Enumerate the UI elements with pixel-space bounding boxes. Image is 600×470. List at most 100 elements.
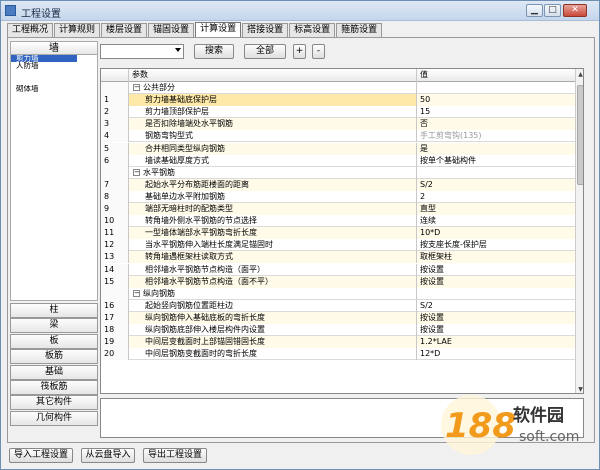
component-item[interactable]: 剪力墙 <box>11 55 77 63</box>
param-value[interactable]: 按设置 <box>417 275 575 288</box>
category-button-7[interactable]: 几何构件 <box>10 410 98 426</box>
table-row[interactable]: 3 是否扣除墙端处水平钢筋否 <box>101 118 575 131</box>
param-value[interactable]: 手工剪弯钩(135) <box>417 130 575 142</box>
table-row[interactable]: 1 剪力墙基础底保护层 50 <box>101 94 575 107</box>
collapse-icon[interactable]: − <box>133 84 140 91</box>
component-item[interactable] <box>11 70 97 77</box>
tab-1[interactable]: 计算规则 <box>54 23 101 37</box>
component-item[interactable] <box>11 144 97 151</box>
table-row[interactable]: 16 起始竖向钢筋位置距柱边 S/2 <box>101 299 575 312</box>
param-value[interactable]: 10*D <box>417 227 575 240</box>
component-item[interactable] <box>11 166 97 173</box>
component-item[interactable] <box>11 122 97 129</box>
table-row[interactable]: 20 中间层钢筋变截面时的弯折长度 12*D <box>101 348 575 361</box>
param-value[interactable]: 是 <box>417 142 575 155</box>
category-button-3[interactable]: 板筋 <box>10 349 98 365</box>
tab-7[interactable]: 箍筋设置 <box>336 23 383 37</box>
table-row[interactable]: 9 端部无暗柱时的配筋类型 直型 <box>101 203 575 216</box>
tab-3[interactable]: 锚固设置 <box>148 23 195 37</box>
table-row[interactable]: 10 转角墙外侧水平钢筋的节点选择 连续 <box>101 215 575 228</box>
collapse-all-button[interactable]: - <box>312 44 325 59</box>
table-row[interactable]: 13 转角墙遇框架柱读取方式 取框架柱 <box>101 251 575 264</box>
component-item[interactable]: 砌体墙 <box>11 85 97 92</box>
param-value[interactable]: 12*D <box>417 348 575 360</box>
filter-dropdown[interactable] <box>100 44 184 59</box>
maximize-icon[interactable]: □ <box>544 4 561 17</box>
category-button-6[interactable]: 其它构件 <box>10 395 98 411</box>
table-row[interactable]: 6 墙读基础厚度方式 按单个基础构件 <box>101 154 575 167</box>
param-value[interactable]: S/2 <box>417 300 575 312</box>
component-item[interactable] <box>11 107 97 114</box>
table-row[interactable]: 8 基础单边水平附加钢筋 2 <box>101 190 575 203</box>
window-title: 工程设置 <box>21 9 61 20</box>
param-value[interactable]: 直型 <box>417 203 575 215</box>
group-row[interactable]: − 公共部分 <box>101 82 575 95</box>
component-item[interactable] <box>11 99 97 106</box>
component-item[interactable] <box>11 173 97 180</box>
param-value[interactable]: 50 <box>417 94 575 107</box>
close-icon[interactable]: ✕ <box>563 4 587 17</box>
component-item[interactable] <box>11 77 97 84</box>
import-settings-button[interactable]: 导入工程设置 <box>9 448 73 463</box>
table-row[interactable]: 12 当水平钢筋伸入端柱长度满足锚固时 按支座长度-保护层 <box>101 239 575 252</box>
param-value[interactable]: 按设置 <box>417 311 575 324</box>
table-row[interactable]: 17 纵向钢筋伸入基础底板的弯折长度 按设置 <box>101 311 575 324</box>
tab-2[interactable]: 楼层设置 <box>101 23 148 37</box>
table-row[interactable]: 5 合并相同类型纵向钢筋是 <box>101 142 575 155</box>
category-button-4[interactable]: 基础 <box>10 364 98 380</box>
minimize-icon[interactable]: ▁ <box>526 4 543 17</box>
component-item[interactable]: 人防墙 <box>11 62 97 69</box>
param-value[interactable]: 否 <box>417 118 575 131</box>
component-item[interactable] <box>11 181 97 188</box>
param-value[interactable]: 按设置 <box>417 264 575 276</box>
param-value[interactable]: 1.2*LAE <box>417 336 575 349</box>
component-list[interactable]: 剪力墙 人防墙 砌体墙 <box>10 55 98 301</box>
show-all-button[interactable]: 全部 <box>244 44 286 59</box>
table-row[interactable]: 18 纵向钢筋底部伸入楼层构件内设置 按设置 <box>101 324 575 337</box>
table-row[interactable]: 19 中间层变截面时上部锚固错固长度 1.2*LAE <box>101 336 575 349</box>
component-item[interactable] <box>11 136 97 143</box>
param-value[interactable]: 按设置 <box>417 324 575 336</box>
category-button-5[interactable]: 筏板筋 <box>10 380 98 395</box>
tab-0[interactable]: 工程概况 <box>7 23 54 37</box>
export-settings-button[interactable]: 导出工程设置 <box>143 448 207 463</box>
expand-all-button[interactable]: + <box>293 44 306 59</box>
category-button-2[interactable]: 板 <box>10 333 98 349</box>
table-row[interactable]: 11 一型墙体端部水平钢筋弯折长度 10*D <box>101 227 575 240</box>
table-row[interactable]: 14 相邻墙水平钢筋节点构造（面平） 按设置 <box>101 263 575 276</box>
param-value[interactable]: 按单个基础构件 <box>417 155 575 167</box>
param-value[interactable]: 取框架柱 <box>417 251 575 264</box>
param-value[interactable]: 15 <box>417 106 575 118</box>
component-item[interactable] <box>11 158 97 165</box>
param-name: 钢筋弯钩型式 <box>129 130 417 143</box>
tab-5[interactable]: 搭接设置 <box>242 23 289 37</box>
param-value[interactable]: 2 <box>417 191 575 203</box>
category-button-1[interactable]: 梁 <box>10 318 98 334</box>
tab-6[interactable]: 标高设置 <box>289 23 336 37</box>
row-number: 7 <box>101 178 129 191</box>
component-item[interactable] <box>11 129 97 136</box>
search-button[interactable]: 搜索 <box>194 44 234 59</box>
component-item[interactable] <box>11 151 97 158</box>
tab-4[interactable]: 计算设置 <box>195 22 242 37</box>
vertical-scrollbar[interactable]: ▲ ▼ <box>575 69 583 393</box>
table-row[interactable]: 7 起始水平分布筋距楼面的距离 S/2 <box>101 178 575 191</box>
table-row[interactable]: 4 钢筋弯钩型式 手工剪弯钩(135) <box>101 130 575 143</box>
group-row[interactable]: − 纵向钢筋 <box>101 287 575 300</box>
param-value[interactable]: 按支座长度-保护层 <box>417 239 575 251</box>
title-bar[interactable]: 工程设置 ▁ □ ✕ <box>1 1 599 21</box>
svg-text:soft.com: soft.com <box>519 429 579 445</box>
param-value[interactable]: S/2 <box>417 178 575 191</box>
collapse-icon[interactable]: − <box>133 289 140 297</box>
table-row[interactable]: 2 剪力墙顶部保护层 15 <box>101 106 575 119</box>
group-row[interactable]: − 水平钢筋 <box>101 166 575 179</box>
cloud-import-button[interactable]: 从云盘导入 <box>81 448 135 463</box>
component-item[interactable] <box>11 92 97 99</box>
collapse-icon[interactable]: − <box>133 168 140 176</box>
scroll-up-icon[interactable]: ▲ <box>576 70 583 79</box>
component-item[interactable] <box>11 114 97 121</box>
scroll-thumb[interactable] <box>577 85 583 185</box>
table-row[interactable]: 15 相邻墙水平钢筋节点构造（面不平） 按设置 <box>101 275 575 288</box>
param-value[interactable]: 连续 <box>417 215 575 227</box>
category-button-0[interactable]: 柱 <box>10 303 98 318</box>
